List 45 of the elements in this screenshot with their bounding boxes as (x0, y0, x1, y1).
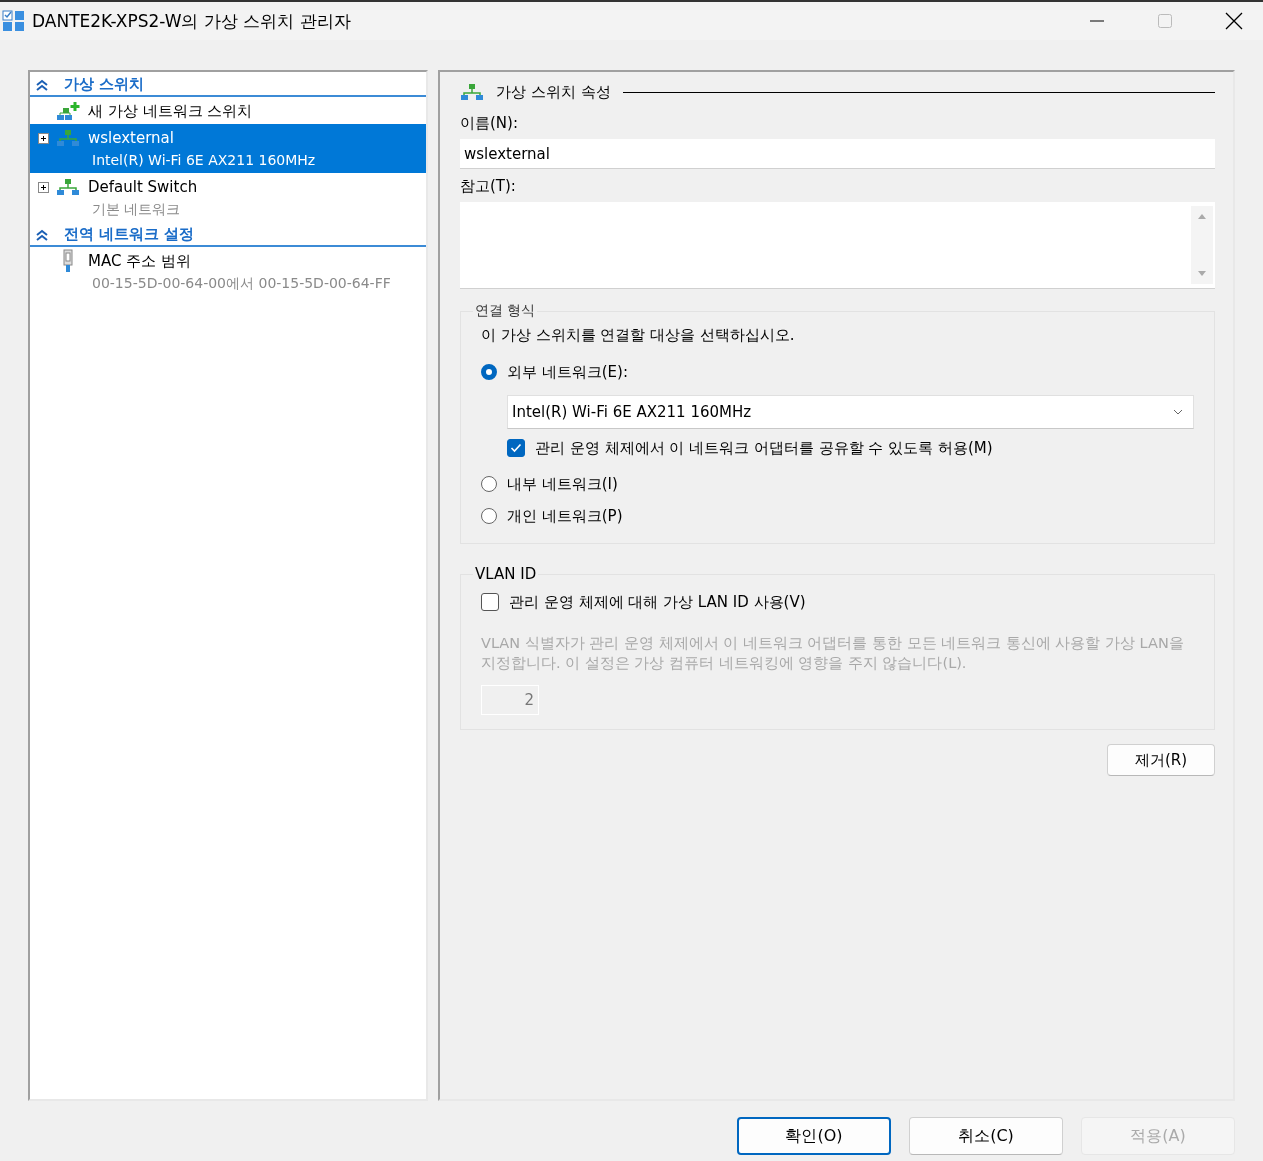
tree-item[interactable]: 새 가상 네트워크 스위치 (30, 97, 426, 124)
connection-prompt: 이 가상 스위치를 연결할 대상을 선택하십시오. (481, 326, 796, 345)
item-detail: 기본 네트워크 (91, 200, 182, 219)
radio-label[interactable]: 내부 네트워크(I) (507, 474, 618, 494)
vlan-description: VLAN 식별자가 관리 운영 체제에서 이 네트워크 어댑터를 통한 모든 네트워크 통신에 사용할 가상 LAN을 지정합니다. 이 설정은 가상 컴퓨터 네트워킹에 영향을 주지 않습니다(L). (481, 634, 1185, 673)
window-title: DANTE2K-XPS2-W의 가상 스위치 관리자 (32, 9, 351, 33)
item-label: wslexternal (88, 129, 174, 147)
expand-icon[interactable] (37, 132, 49, 144)
notes-label: 참고(T): (460, 177, 517, 196)
group-legend: 연결 형식 (473, 302, 538, 320)
collapse-icon[interactable] (36, 78, 48, 91)
checkbox-label[interactable]: 관리 운영 체제에서 이 네트워크 어댑터를 공유할 수 있도록 허용(M) (535, 438, 993, 458)
network-switch-icon (460, 83, 484, 101)
close-icon[interactable] (1225, 12, 1243, 30)
item-detail: Intel(R) Wi-Fi 6E AX211 160MHz (91, 151, 317, 170)
section-header[interactable]: 전역 네트워크 설정 (64, 225, 195, 244)
item-label: MAC 주소 범위 (88, 251, 191, 271)
radio-button[interactable] (481, 476, 497, 492)
network-switch-icon (56, 129, 80, 147)
collapse-icon[interactable] (36, 228, 48, 241)
tree-item[interactable]: Default Switch 기본 네트워크 (30, 173, 426, 222)
checkmark-icon (510, 443, 522, 453)
remove-button[interactable]: 제거(R) (1107, 744, 1215, 776)
radio-button[interactable] (481, 508, 497, 524)
radio-button[interactable] (481, 364, 497, 380)
tree-item[interactable]: MAC 주소 범위 00-15-5D-00-64-00에서 00-15-5D-00-64-FF (30, 247, 426, 296)
chevron-down-icon (1173, 409, 1183, 415)
dialog-button[interactable]: 취소(C) (909, 1117, 1063, 1155)
add-switch-icon (56, 101, 80, 121)
section-header[interactable]: 가상 스위치 (64, 75, 145, 94)
dialog-button[interactable]: 확인(O) (737, 1117, 891, 1155)
name-field[interactable]: wslexternal (460, 139, 1215, 169)
expand-icon[interactable] (37, 181, 49, 193)
tree-item[interactable]: wslexternal Intel(R) Wi-Fi 6E AX211 160MHz (30, 124, 426, 173)
item-label: 새 가상 네트워크 스위치 (88, 101, 253, 121)
radio-label[interactable]: 개인 네트워크(P) (507, 506, 623, 526)
adapter-dropdown[interactable]: Intel(R) Wi-Fi 6E AX211 160MHz (507, 395, 1194, 429)
properties-title: 가상 스위치 속성 (496, 82, 611, 102)
network-switch-icon (56, 178, 80, 196)
checkbox[interactable] (507, 439, 525, 457)
radio-label[interactable]: 외부 네트워크(E): (507, 362, 628, 382)
name-label: 이름(N): (460, 114, 519, 133)
notes-field[interactable] (460, 202, 1215, 289)
item-label: Default Switch (88, 178, 198, 196)
item-detail: 00-15-5D-00-64-00에서 00-15-5D-00-64-FF (91, 274, 392, 293)
